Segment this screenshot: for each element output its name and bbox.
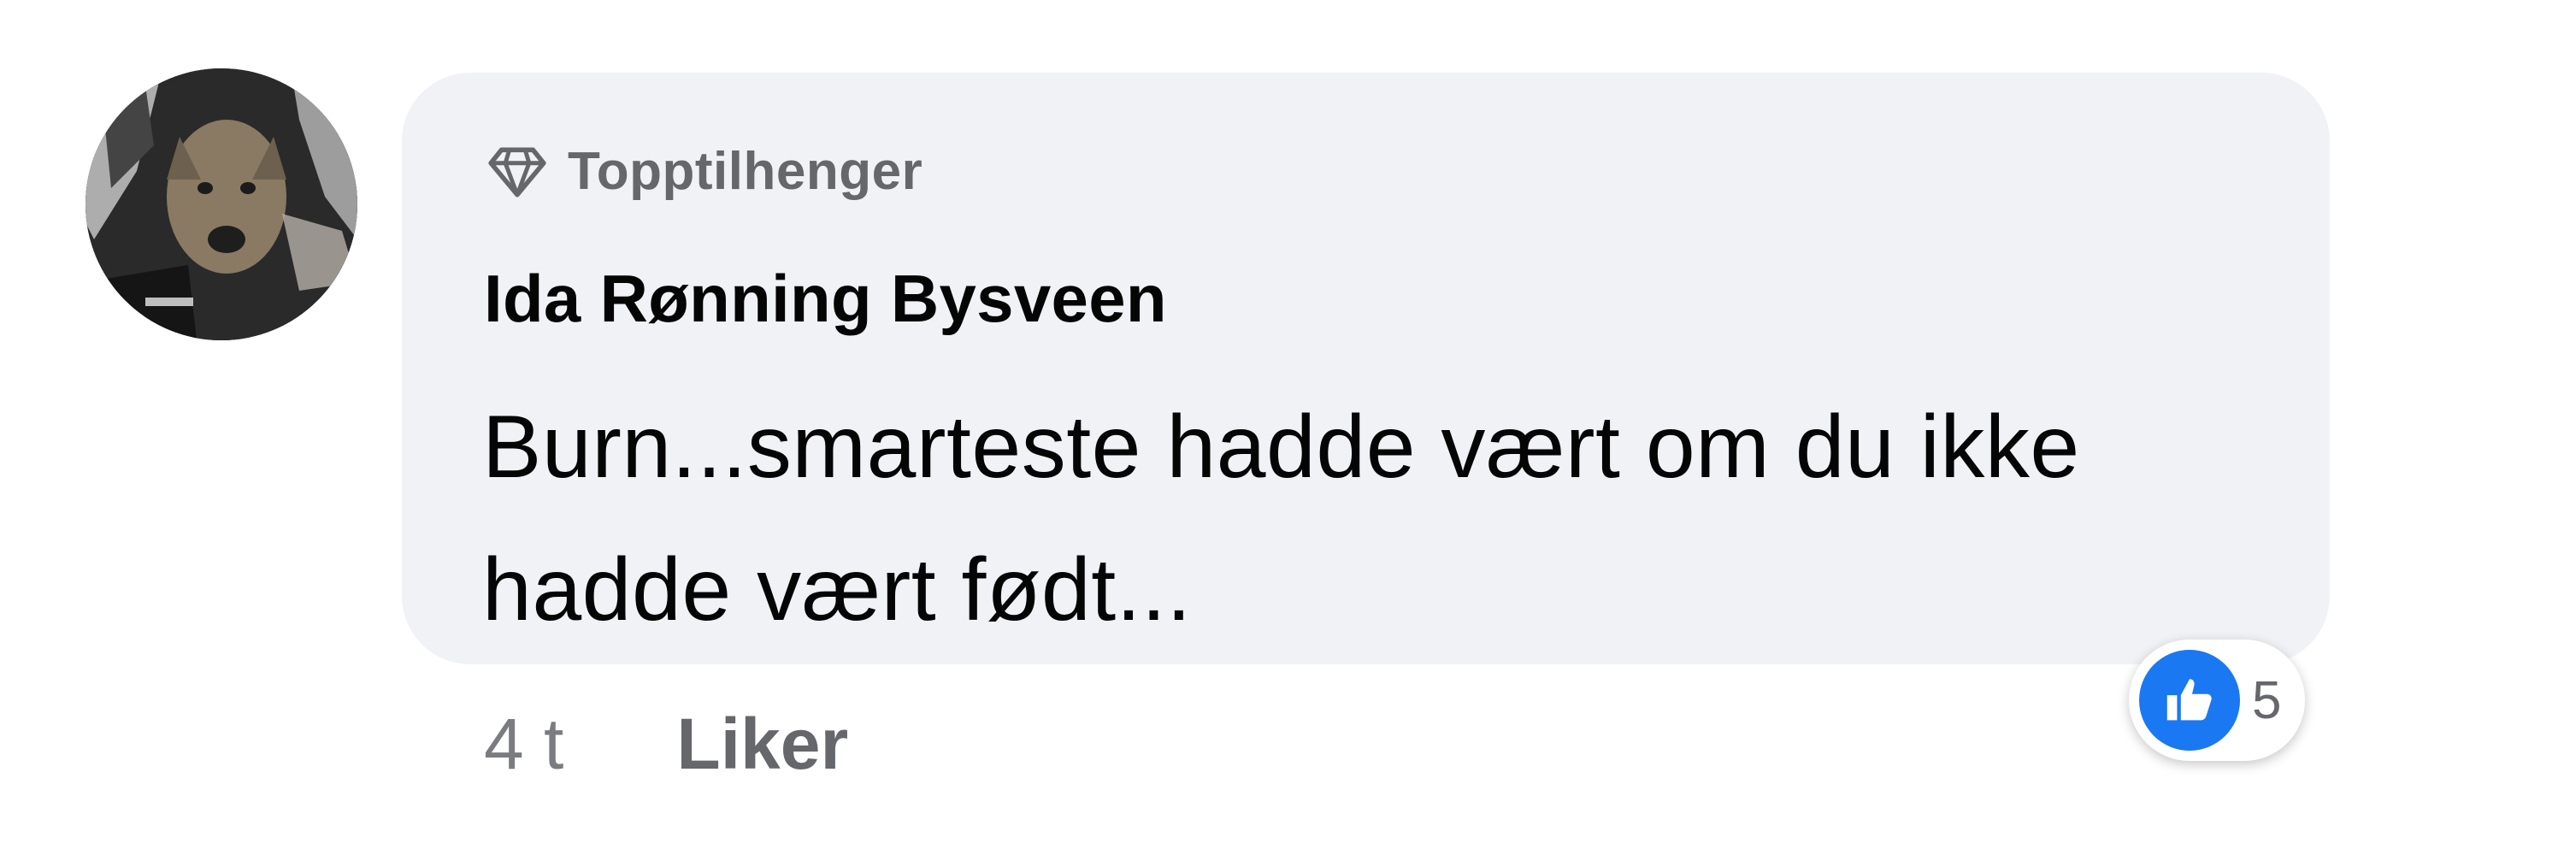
avatar-image — [85, 68, 357, 340]
like-icon — [2139, 650, 2240, 751]
comment-text: Burn...smarteste hadde vært om du ikke h… — [482, 398, 2080, 640]
like-button[interactable]: Liker — [676, 703, 848, 786]
badge-label: Topptilhenger — [568, 141, 923, 201]
top-fan-badge[interactable]: Topptilhenger — [486, 137, 923, 205]
comment-container: Topptilhenger Ida Rønning Bysveen Burn..… — [0, 0, 2576, 855]
author-name[interactable]: Ida Rønning Bysveen — [484, 265, 1167, 332]
reaction-summary[interactable]: 5 — [2129, 640, 2306, 761]
comment-timestamp[interactable]: 4 t — [484, 703, 563, 786]
comment-actions: 4 t Liker — [484, 697, 848, 791]
reaction-count: 5 — [2252, 670, 2282, 730]
avatar[interactable] — [85, 68, 357, 340]
diamond-icon — [486, 139, 549, 203]
